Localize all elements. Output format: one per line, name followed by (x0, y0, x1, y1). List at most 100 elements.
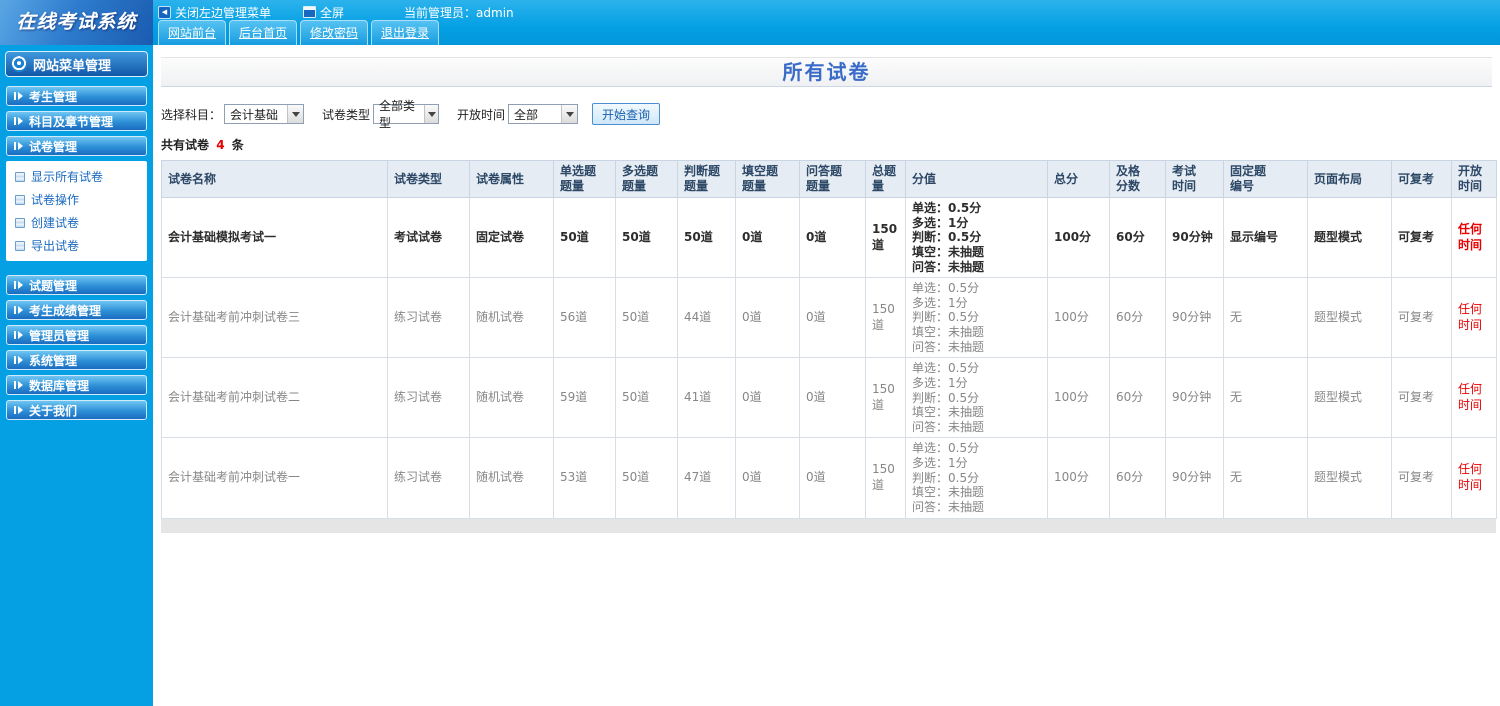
cell-fill-count: 0道 (735, 357, 800, 439)
sidebar-item-question-mgmt[interactable]: 试题管理 (6, 275, 147, 295)
paper-type-select[interactable]: 全部类型 (373, 99, 440, 130)
count-suffix: 条 (231, 138, 244, 152)
column-header: 多选题 题量 (615, 160, 678, 198)
column-header: 填空题 题量 (735, 160, 800, 198)
column-header: 试卷名称 (161, 160, 388, 198)
sidebar-item-system-mgmt[interactable]: 系统管理 (6, 350, 147, 370)
menu-arrow-icon (14, 142, 23, 150)
count-prefix: 共有试卷 (161, 138, 210, 152)
cell-multi-count: 50道 (615, 196, 678, 279)
cell-paper-name: 会计基础考前冲刺试卷二 (161, 357, 388, 439)
column-header: 总分 (1047, 160, 1110, 198)
column-header: 固定题 编号 (1223, 160, 1308, 198)
submenu-item-show-all-papers[interactable]: 显示所有试卷 (6, 165, 147, 188)
fullscreen-icon (303, 6, 317, 18)
list-icon (15, 240, 25, 251)
tab-change-password[interactable]: 修改密码 (300, 20, 369, 45)
query-button[interactable]: 开始查询 (592, 103, 661, 125)
cell-layout: 题型模式 (1307, 437, 1392, 519)
menu-arrow-icon (14, 356, 23, 364)
column-header: 可复考 (1391, 160, 1452, 198)
paper-mgmt-submenu: 显示所有试卷 试卷操作 创建试卷 导出试卷 (6, 161, 147, 261)
subject-select-value: 会计基础 (230, 107, 279, 122)
cell-paper-attr: 随机试卷 (469, 357, 554, 439)
fullscreen-label: 全屏 (320, 5, 345, 20)
menu-arrow-icon (14, 331, 23, 339)
sidebar-item-paper-mgmt[interactable]: 试卷管理 (6, 136, 147, 156)
cell-qa-count: 0道 (799, 277, 866, 359)
cell-duration: 90分钟 (1165, 357, 1224, 439)
cell-pass-score: 60分 (1109, 277, 1166, 359)
sidebar-item-subject-chapter-mgmt[interactable]: 科目及章节管理 (6, 111, 147, 131)
menu-arrow-icon (14, 117, 23, 125)
sidebar-item-about-us[interactable]: 关于我们 (6, 400, 147, 420)
fullscreen-button[interactable]: 全屏 (303, 4, 344, 21)
sidebar-item-label: 试题管理 (29, 278, 78, 293)
cell-duration: 90分钟 (1165, 277, 1224, 359)
paper-type-select-value: 全部类型 (379, 99, 416, 130)
cell-multi-count: 50道 (615, 277, 678, 359)
column-header: 及格 分数 (1109, 160, 1166, 198)
submenu-item-export-paper[interactable]: 导出试卷 (6, 234, 147, 257)
header-actions: ◀ 关闭左边管理菜单 全屏 当前管理员：admin (158, 3, 514, 21)
table-footer-strip (161, 518, 1496, 533)
cell-open-time: 任何时间 (1451, 196, 1497, 279)
column-header: 开放时间 (1451, 160, 1497, 198)
papers-table: 试卷名称 试卷类型 试卷属性 单选题 题量 多选题 题量 判断题 题量 填空题 … (161, 160, 1497, 519)
chevron-down-icon (561, 105, 578, 123)
app-logo: 在线考试系统 (0, 0, 153, 45)
tab-logout[interactable]: 退出登录 (371, 20, 440, 45)
page-title-bar: 所有试卷 (161, 57, 1492, 87)
cell-layout: 题型模式 (1307, 196, 1392, 279)
cell-pass-score: 60分 (1109, 437, 1166, 519)
menu-arrow-icon (14, 281, 23, 289)
cell-duration: 90分钟 (1165, 437, 1224, 519)
subject-select[interactable]: 会计基础 (224, 104, 305, 124)
column-header: 页面布局 (1307, 160, 1392, 198)
cell-score-detail: 单选：0.5分 多选：1分 判断：0.5分 填空：未抽题 问答：未抽题 (905, 437, 1048, 519)
cell-paper-name: 会计基础模拟考试一 (161, 196, 388, 279)
cell-pass-score: 60分 (1109, 357, 1166, 439)
sidebar-item-admin-mgmt[interactable]: 管理员管理 (6, 325, 147, 345)
cell-total-count: 150道 (865, 437, 906, 519)
menu-arrow-icon (14, 306, 23, 314)
close-left-menu-button[interactable]: ◀ 关闭左边管理菜单 (158, 4, 271, 21)
count-number: 4 (216, 138, 225, 152)
tab-site-front[interactable]: 网站前台 (158, 20, 227, 45)
cell-open-time: 任何时间 (1451, 437, 1497, 519)
cell-retake: 可复考 (1391, 357, 1452, 439)
submenu-item-create-paper[interactable]: 创建试卷 (6, 211, 147, 234)
sidebar-item-score-mgmt[interactable]: 考生成绩管理 (6, 300, 147, 320)
open-time-select[interactable]: 全部 (508, 104, 579, 124)
sidebar-title-label: 网站菜单管理 (33, 58, 112, 74)
sidebar-item-label: 数据库管理 (29, 378, 90, 393)
table-row: 会计基础模拟考试一 考试试卷 固定试卷 50道 50道 50道 0道 0道 15… (161, 196, 1497, 279)
list-icon (15, 171, 25, 182)
cell-qa-count: 0道 (799, 357, 866, 439)
sidebar-item-label: 考生管理 (29, 89, 78, 104)
open-time-select-value: 全部 (514, 107, 539, 122)
column-header: 考试 时间 (1165, 160, 1224, 198)
cell-fill-count: 0道 (735, 196, 800, 279)
cell-duration: 90分钟 (1165, 196, 1224, 279)
sidebar-item-label: 管理员管理 (29, 328, 90, 343)
cell-judge-count: 41道 (677, 357, 736, 439)
table-row: 会计基础考前冲刺试卷一 练习试卷 随机试卷 53道 50道 47道 0道 0道 … (161, 437, 1497, 519)
cell-paper-attr: 随机试卷 (469, 437, 554, 519)
sidebar: 网站菜单管理 考生管理 科目及章节管理 试卷管理 显示所有试卷 试卷操作 创建试… (0, 45, 153, 706)
menu-arrow-icon (14, 381, 23, 389)
column-header: 试卷属性 (469, 160, 554, 198)
tab-backend-home[interactable]: 后台首页 (229, 20, 298, 45)
cell-fixed-number: 无 (1223, 437, 1308, 519)
globe-icon (11, 56, 27, 72)
cell-paper-name: 会计基础考前冲刺试卷一 (161, 437, 388, 519)
submenu-item-paper-operations[interactable]: 试卷操作 (6, 188, 147, 211)
menu-arrow-icon (14, 406, 23, 414)
sidebar-item-database-mgmt[interactable]: 数据库管理 (6, 375, 147, 395)
type-filter-label: 试卷类型 (322, 107, 371, 122)
column-header: 问答题 题量 (799, 160, 866, 198)
main-content: 所有试卷 选择科目： 会计基础 试卷类型 全部类型 开放时间 全部 开始查询 共… (153, 45, 1500, 706)
cell-judge-count: 47道 (677, 437, 736, 519)
cell-fixed-number: 显示编号 (1223, 196, 1308, 279)
sidebar-item-examinee-mgmt[interactable]: 考生管理 (6, 86, 147, 106)
